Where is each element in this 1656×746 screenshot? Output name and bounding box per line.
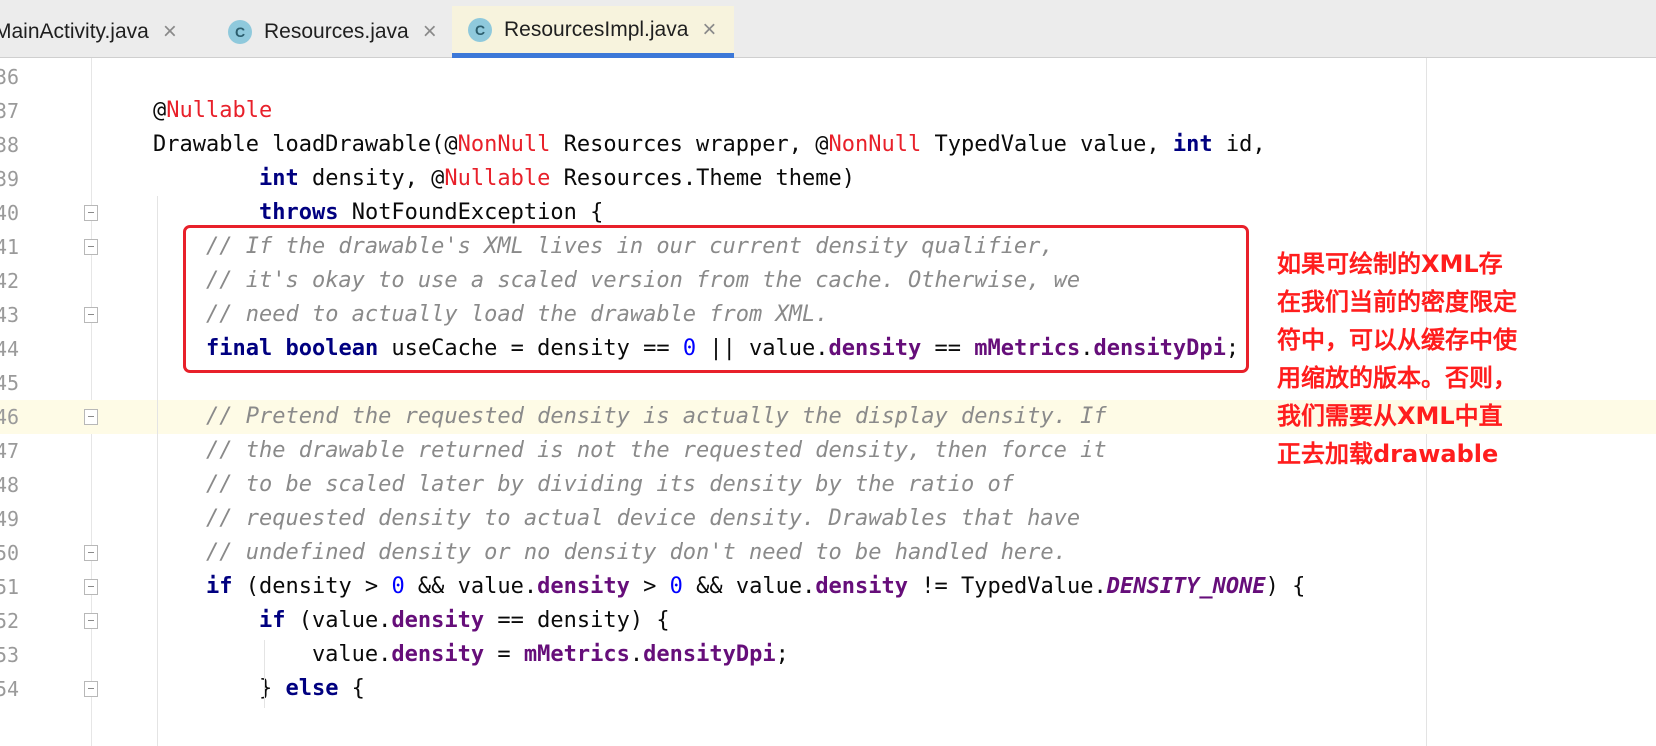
annotation-line: 我们需要从XML中直 [1277,402,1503,430]
line-number: 38 [0,133,20,157]
code-text[interactable]: // requested density to actual device de… [153,502,1080,536]
line-number: 40 [0,201,20,225]
tab-label: Resources.java [264,20,409,43]
tab-label: ResourcesImpl.java [504,17,689,41]
fold-marker-icon[interactable] [84,681,98,697]
code-line[interactable]: 53 value.density = mMetrics.densityDpi; [0,638,1656,672]
annotation-line: 正去加载drawable [1277,440,1499,468]
class-file-icon: C [468,17,492,42]
highlight-box [183,225,1249,373]
code-line[interactable]: 37 @Nullable [0,94,1656,128]
code-line[interactable]: 54 } else { [0,672,1656,706]
indent-guide [157,196,158,746]
close-icon[interactable]: × [702,17,716,42]
line-number: 53 [0,643,20,667]
code-line[interactable]: 38 Drawable loadDrawable(@NonNull Resourc… [0,128,1656,162]
code-text[interactable]: // to be scaled later by dividing its de… [153,468,1014,502]
code-text[interactable]: value.density = mMetrics.densityDpi; [153,638,789,672]
annotation-line: 在我们当前的密度限定 [1277,288,1517,316]
line-number: 41 [0,235,20,259]
class-file-icon: C [228,20,252,44]
line-number: 39 [0,167,20,191]
code-text[interactable]: int density, @Nullable Resources.Theme t… [153,162,855,196]
code-line[interactable]: 52 if (value.density == density) { [0,604,1656,638]
tab-resourcesimpl[interactable]: C ResourcesImpl.java × [452,6,734,58]
line-number: 49 [0,507,20,531]
line-number: 51 [0,575,20,599]
line-number: 44 [0,337,20,361]
annotation-line: 符中，可以从缓存中使 [1277,326,1517,354]
tab-label: MainActivity.java [0,20,149,43]
fold-marker-icon[interactable] [84,409,98,425]
fold-marker-icon[interactable] [84,579,98,595]
fold-marker-icon[interactable] [84,205,98,221]
line-number: 54 [0,677,20,701]
annotation-line: 如果可绘制的XML存 [1277,250,1503,278]
line-number: 37 [0,99,20,123]
tab-mainactivity[interactable]: MainActivity.java × [0,6,212,58]
code-line[interactable]: 50 // undefined density or no density do… [0,536,1656,570]
code-text[interactable]: // Pretend the requested density is actu… [153,400,1107,434]
code-text[interactable]: @Nullable [153,94,272,128]
line-number: 47 [0,439,20,463]
indent-guide [264,640,265,708]
code-text[interactable]: Drawable loadDrawable(@NonNull Resources… [153,128,1266,162]
code-text[interactable]: if (density > 0 && value.density > 0 && … [153,570,1305,604]
code-line[interactable]: 36 [0,60,1656,94]
code-text[interactable]: } else { [153,672,365,706]
line-number: 52 [0,609,20,633]
line-number: 48 [0,473,20,497]
line-number: 46 [0,405,20,429]
fold-marker-icon[interactable] [84,545,98,561]
fold-marker-icon[interactable] [84,307,98,323]
fold-marker-icon[interactable] [84,613,98,629]
code-line[interactable]: 48 // to be scaled later by dividing its… [0,468,1656,502]
annotation-line: 用缩放的版本。否则， [1277,364,1517,392]
line-number: 36 [0,65,20,89]
line-number: 50 [0,541,20,565]
editor-tab-bar: MainActivity.java × C Resources.java × C… [0,0,1656,58]
close-icon[interactable]: × [163,20,177,44]
code-text[interactable]: // the drawable returned is not the requ… [153,434,1107,468]
line-number: 45 [0,371,20,395]
code-text[interactable]: // undefined density or no density don't… [153,536,1067,570]
close-icon[interactable]: × [423,20,437,44]
line-number: 42 [0,269,20,293]
code-text[interactable]: if (value.density == density) { [153,604,670,638]
code-line[interactable]: 39 int density, @Nullable Resources.Them… [0,162,1656,196]
line-number: 43 [0,303,20,327]
fold-marker-icon[interactable] [84,239,98,255]
code-line[interactable]: 51 if (density > 0 && value.density > 0 … [0,570,1656,604]
annotation-note: 如果可绘制的XML存 在我们当前的密度限定 符中，可以从缓存中使 用缩放的版本。… [1277,245,1577,473]
code-line[interactable]: 49 // requested density to actual device… [0,502,1656,536]
tab-resources[interactable]: C Resources.java × [212,6,452,58]
